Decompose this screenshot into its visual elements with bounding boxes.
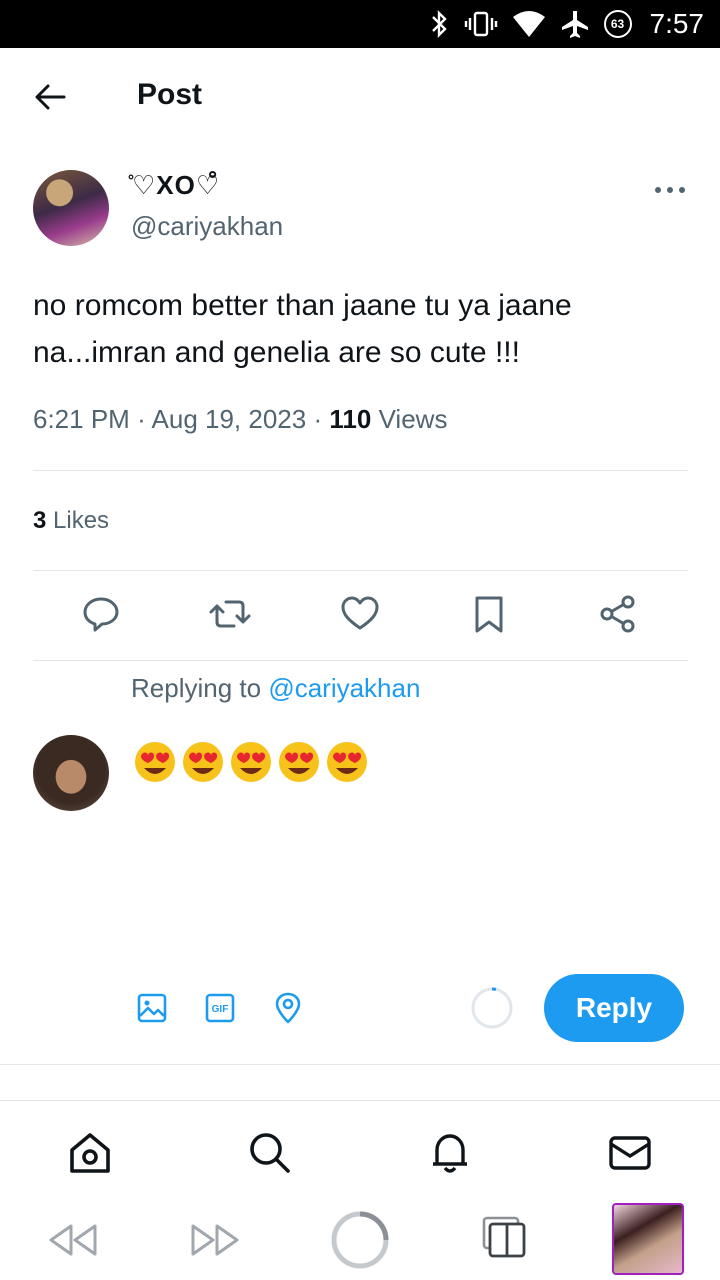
post-date: Aug 19, 2023 xyxy=(151,404,307,434)
heart-eyes-emoji-icon xyxy=(135,742,175,782)
add-location-button[interactable] xyxy=(270,990,306,1026)
reply-input[interactable] xyxy=(133,740,369,784)
bluetooth-icon xyxy=(431,10,447,38)
status-bar: 63 7:57 xyxy=(0,0,720,48)
clock: 7:57 xyxy=(649,8,705,39)
tabs-icon xyxy=(482,1216,526,1258)
rewind-icon xyxy=(49,1224,97,1256)
nav-home[interactable] xyxy=(66,1129,114,1177)
fast-forward-button[interactable] xyxy=(188,1218,244,1262)
author-handle[interactable]: @cariyakhan xyxy=(131,211,283,242)
back-button[interactable] xyxy=(30,80,70,114)
location-icon xyxy=(275,992,301,1024)
divider xyxy=(0,1064,720,1065)
author-avatar[interactable] xyxy=(33,170,109,246)
heart-eyes-emoji-icon xyxy=(279,742,319,782)
heart-eyes-emoji-icon xyxy=(231,742,271,782)
search-icon xyxy=(250,1133,290,1173)
bottom-navigation xyxy=(0,1100,720,1200)
more-dots-icon xyxy=(655,187,685,193)
replying-to-label: Replying to xyxy=(131,673,262,703)
post-meta: 6:21 PM · Aug 19, 2023 · 110 Views xyxy=(33,404,447,435)
post-actions xyxy=(0,592,720,642)
home-icon xyxy=(70,1133,110,1173)
heart-eyes-emoji-icon xyxy=(327,742,367,782)
likes-label: Likes xyxy=(53,507,110,534)
header: Post xyxy=(0,48,720,146)
post-text: no romcom better than jaane tu ya jaane … xyxy=(33,289,572,369)
system-home-button[interactable] xyxy=(328,1208,392,1272)
wifi-icon xyxy=(512,11,545,37)
add-image-button[interactable] xyxy=(134,990,170,1026)
home-circle-icon xyxy=(331,1211,389,1269)
divider xyxy=(33,660,688,661)
meta-separator: · xyxy=(137,404,146,434)
nav-search[interactable] xyxy=(246,1129,294,1177)
vibrate-icon xyxy=(464,11,497,37)
recent-app-thumbnail[interactable] xyxy=(612,1203,684,1275)
gif-icon: GIF xyxy=(205,993,235,1023)
repost-button[interactable] xyxy=(208,592,252,636)
reply-submit-button[interactable]: Reply xyxy=(544,974,684,1042)
heart-eyes-emoji-icon xyxy=(183,742,223,782)
image-icon xyxy=(137,993,167,1023)
like-icon xyxy=(341,596,379,630)
reply-button[interactable] xyxy=(79,592,123,636)
views-count: 110 xyxy=(329,404,372,434)
nav-messages[interactable] xyxy=(606,1129,654,1177)
battery-saver-icon: 63 xyxy=(603,10,632,38)
likes-count: 3 xyxy=(33,507,47,534)
retweet-icon xyxy=(209,600,251,628)
messages-icon xyxy=(609,1136,651,1170)
bookmark-button[interactable] xyxy=(467,592,511,636)
replying-to-handle[interactable]: @cariyakhan xyxy=(268,673,420,703)
page-title: Post xyxy=(137,78,203,111)
views-label: Views xyxy=(378,404,448,434)
character-count-ring xyxy=(471,987,513,1029)
divider xyxy=(33,570,688,571)
like-button[interactable] xyxy=(338,592,382,636)
arrow-left-icon xyxy=(35,84,66,110)
fast-forward-icon xyxy=(191,1224,239,1256)
airplane-mode-icon xyxy=(561,11,588,38)
battery-level: 63 xyxy=(610,17,625,31)
share-icon xyxy=(600,595,635,633)
tabs-button[interactable] xyxy=(478,1212,530,1264)
replying-to: Replying to @cariyakhan xyxy=(131,673,420,704)
share-button[interactable] xyxy=(596,592,640,636)
meta-separator: · xyxy=(313,404,323,434)
add-gif-button[interactable]: GIF xyxy=(202,990,238,1026)
post-time: 6:21 PM xyxy=(33,404,130,434)
bookmark-icon xyxy=(475,596,503,633)
my-avatar xyxy=(33,735,109,811)
more-options-button[interactable] xyxy=(650,178,690,202)
rewind-button[interactable] xyxy=(44,1218,100,1262)
author-display-name[interactable]: ̊♡XO♡̊ xyxy=(131,170,220,201)
gif-label: GIF xyxy=(212,1004,229,1015)
nav-notifications[interactable] xyxy=(426,1129,474,1177)
reply-icon xyxy=(83,597,119,632)
divider xyxy=(33,470,688,471)
likes-link[interactable]: 3 Likes xyxy=(33,507,109,535)
notifications-icon xyxy=(433,1134,467,1173)
